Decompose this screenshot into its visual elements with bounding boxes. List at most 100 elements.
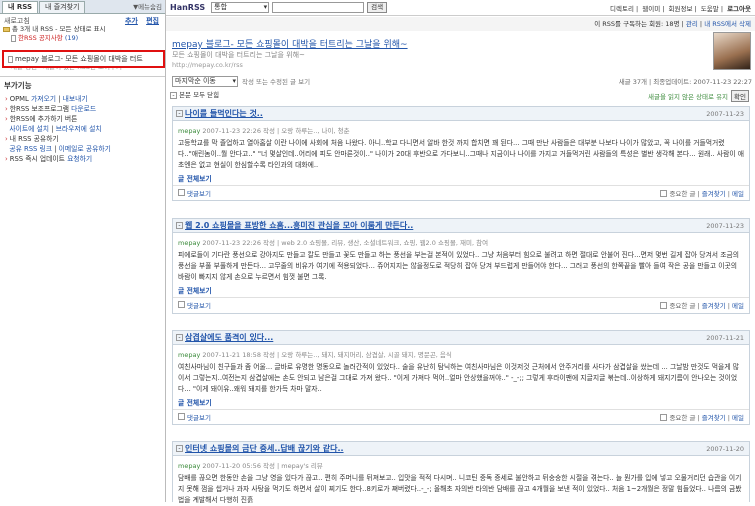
comments-link[interactable]: 댓글보기 xyxy=(187,412,211,422)
important-label: 중요한 글 xyxy=(669,189,696,198)
collapse-icon[interactable]: - xyxy=(176,445,183,452)
checkbox-icon[interactable] xyxy=(660,190,668,197)
feed-description: 모든 쇼핑몰이 대박을 터트리는 그날을 위해~ xyxy=(172,51,305,59)
checkbox-icon[interactable] xyxy=(660,414,668,421)
tree-root-label: 내 RSS - 모든 상태로 표시 xyxy=(32,25,106,33)
favorite-link[interactable]: 즐겨찾기 xyxy=(702,190,726,198)
top-bar: HanRSS 통합 검색 디렉토리 | 웹이미 | 회원정보 | 도움말 | 로… xyxy=(166,0,755,16)
tab-favorites[interactable]: 내 즐겨찾기 xyxy=(39,1,86,13)
post-body: 여친사마님이 친구들과 좀 어울... 글바로 유명한 명동으로 놀러간적이 있… xyxy=(178,363,739,393)
collapse-icon[interactable]: - xyxy=(176,222,183,229)
share-email-link[interactable]: 이메일로 공유하기 xyxy=(59,145,111,153)
post-card: - 나이를 들먹인다는 것.. 2007-11-23 mepay 2007-11-2… xyxy=(172,106,750,201)
collapse-all-toggle[interactable]: - 본문 모두 닫힘 xyxy=(170,89,219,99)
comment-icon xyxy=(178,189,185,196)
search-scope-select[interactable]: 통합 xyxy=(211,2,270,13)
opml-export-link[interactable]: 내보내기 xyxy=(63,95,88,103)
checkbox-icon[interactable] xyxy=(660,302,668,309)
read-more-link[interactable]: 글 전체보기 xyxy=(173,283,749,297)
favorite-link[interactable]: 즐겨찾기 xyxy=(702,302,726,310)
add-edit-group: 추가 편집 xyxy=(119,16,159,26)
post-date: 2007-11-20 xyxy=(706,444,744,453)
collapse-icon: - xyxy=(170,91,177,99)
search-input[interactable] xyxy=(272,2,365,13)
post-meta: mepay 2007-11-20 05:56 작성 | mepay's 리뷰 xyxy=(178,462,323,470)
mail-link[interactable]: 메일 xyxy=(732,414,744,422)
comments-link[interactable]: 댓글보기 xyxy=(187,188,211,198)
post-footer: 댓글보기 중요한 글 | 즐겨찾기 | 메일 xyxy=(173,185,749,199)
help-link[interactable]: 도움말 xyxy=(701,5,719,13)
post-counts: 새글 37개 | 최종업데이트: 2007-11-23 22:27 xyxy=(618,78,752,86)
logout-link[interactable]: 로그아웃 xyxy=(727,5,751,13)
logo[interactable]: HanRSS xyxy=(170,3,205,12)
download-link[interactable]: 다운로드 xyxy=(71,105,96,113)
left-tabs: 내 RSS 내 즐겨찾기 ▼메뉴숨김 xyxy=(0,0,165,14)
tree-item-count: (19) xyxy=(64,34,79,42)
opml-row: › OPML 가져오기 | 내보내기 xyxy=(5,95,88,103)
post-date: 2007-11-23 xyxy=(706,109,744,118)
favorite-link[interactable]: 즐겨찾기 xyxy=(702,414,726,422)
comments-link[interactable]: 댓글보기 xyxy=(187,300,211,310)
edit-link[interactable]: 편집 xyxy=(146,17,159,25)
post-footer: 댓글보기 중요한 글 | 즐겨찾기 | 메일 xyxy=(173,409,749,423)
post-body: 고등학교를 막 졸업하고 열아홉살 이란 나이에 사회에 처음 나왔다. 아니.… xyxy=(178,139,744,169)
folder-icon xyxy=(3,26,10,32)
comment-icon xyxy=(178,301,185,308)
post-footer: 댓글보기 중요한 글 | 즐겨찾기 | 메일 xyxy=(173,297,749,311)
share-rss-link[interactable]: 공유 RSS 링크 xyxy=(9,145,52,153)
member-info-link[interactable]: 회원정보 xyxy=(669,5,693,13)
post-title[interactable]: 인터넷 쇼핑몰의 금단 증세..답배 끊기와 같다.. xyxy=(185,443,344,454)
hide-menu-link[interactable]: ▼메뉴숨김 xyxy=(133,1,165,13)
collapse-icon[interactable]: - xyxy=(176,334,183,341)
directory-link[interactable]: 디렉토리 xyxy=(610,5,634,13)
post-title[interactable]: 나이를 들먹인다는 것.. xyxy=(185,108,263,119)
post-title[interactable]: 웹 2.0 쇼핑몰을 표방한 쇼홈...흥미진 관심을 모아 이룸게 만든다.. xyxy=(185,220,413,231)
confirm-button[interactable]: 확인 xyxy=(731,90,749,102)
post-date: 2007-11-23 xyxy=(706,221,744,230)
search-button[interactable]: 검색 xyxy=(367,2,388,13)
tab-my-rss[interactable]: 내 RSS xyxy=(2,1,39,13)
keep-unread-option: 새글을 읽지 않은 상태로 유지 확인 xyxy=(648,90,749,102)
manage-link[interactable]: 관리 xyxy=(686,20,698,28)
helper-row: › 한RSS 보조프로그램 다운로드 xyxy=(5,105,97,113)
request-update-link[interactable]: 요청하기 xyxy=(67,155,92,163)
selected-feed-label: mepay 블로그- 모든 쇼핑몰이 대박을 터트 xyxy=(15,55,143,63)
mail-link[interactable]: 메일 xyxy=(732,190,744,198)
addon-title: 부가기능 xyxy=(0,76,165,94)
add-link[interactable]: 추가 xyxy=(125,17,138,25)
tree-root-count: 총 3개 xyxy=(12,25,31,33)
read-more-link[interactable]: 글 전체보기 xyxy=(173,395,749,409)
avatar xyxy=(713,32,751,70)
post-meta: mepay 2007-11-21 18:58 작성 | 오랑 하루는.., 돼지… xyxy=(178,351,452,359)
post-header[interactable]: - 인터넷 쇼핑몰의 금단 증세..답배 끊기와 같다.. 2007-11-20 xyxy=(173,442,749,456)
opml-import-link[interactable]: 가져오기 xyxy=(31,95,56,103)
post-body: 담배를 끊으면 한동안 손을 그냥 영을 있다가 끊고.. 편히 주머니를 뒤져… xyxy=(178,474,742,504)
post-header[interactable]: - 나이를 들먹인다는 것.. 2007-11-23 xyxy=(173,107,749,121)
install-row: 사이트에 설치 | 브라우저에 설치 xyxy=(9,125,102,133)
post-header[interactable]: - 삼겹살에도 품격이 있다... 2007-11-21 xyxy=(173,331,749,345)
remove-feed-link[interactable]: 내 RSS에서 삭제 xyxy=(704,20,751,28)
feed-title[interactable]: mepay 블로그- 모든 쇼핑몰이 대박을 터트리는 그날을 위해~ xyxy=(172,37,408,50)
left-panel: 내 RSS 내 즐겨찾기 ▼메뉴숨김 새로고침 추가 편집 총 3개 내 RSS… xyxy=(0,0,166,502)
post-header[interactable]: -웹 2.0 쇼핑몰을 표방한 쇼홈...흥미진 관심을 모아 이룸게 만든다.… xyxy=(173,219,749,233)
post-title[interactable]: 삼겹살에도 품격이 있다... xyxy=(185,332,273,343)
post-meta: mepay 2007-11-23 22:26 작성 | web 2.0 쇼핑몰,… xyxy=(178,239,489,247)
tree-root[interactable]: 총 3개 내 RSS - 모든 상태로 표시 xyxy=(3,25,165,34)
mail-link[interactable]: 메일 xyxy=(732,302,744,310)
top-links: 디렉토리 | 웹이미 | 회원정보 | 도움말 | 로그아웃 xyxy=(610,4,751,13)
webimage-link[interactable]: 웹이미 xyxy=(642,5,660,13)
post-body: 피에로들이 기다란 풍선으로 강아지도 만들고 칼도 만들고 꽃도 만들고 하는… xyxy=(178,251,739,281)
share-row: › 내 RSS 공유하기 xyxy=(5,135,59,143)
collapse-icon[interactable]: - xyxy=(176,110,183,117)
post-date: 2007-11-21 xyxy=(706,333,744,342)
post-meta: mepay 2007-11-23 22:26 작성 | 오랑 하루는.., 나이… xyxy=(178,127,350,135)
comment-icon xyxy=(178,413,185,420)
read-more-link[interactable]: 글 전체보기 xyxy=(173,171,749,185)
feed-url[interactable]: http://mepay.co.kr/rss xyxy=(172,61,243,69)
sort-select[interactable]: 마지막순 이동 xyxy=(172,75,238,87)
feed-icon xyxy=(11,34,16,42)
selected-feed-item[interactable]: mepay 블로그- 모든 쇼핑몰이 대박을 터트 xyxy=(2,50,165,68)
install-site-link[interactable]: 사이트에 설치 xyxy=(9,125,49,133)
tree-item-notice[interactable]: 한RSS 공지사항 (19) xyxy=(3,34,165,43)
install-browser-link[interactable]: 브라우저에 설치 xyxy=(56,125,102,133)
